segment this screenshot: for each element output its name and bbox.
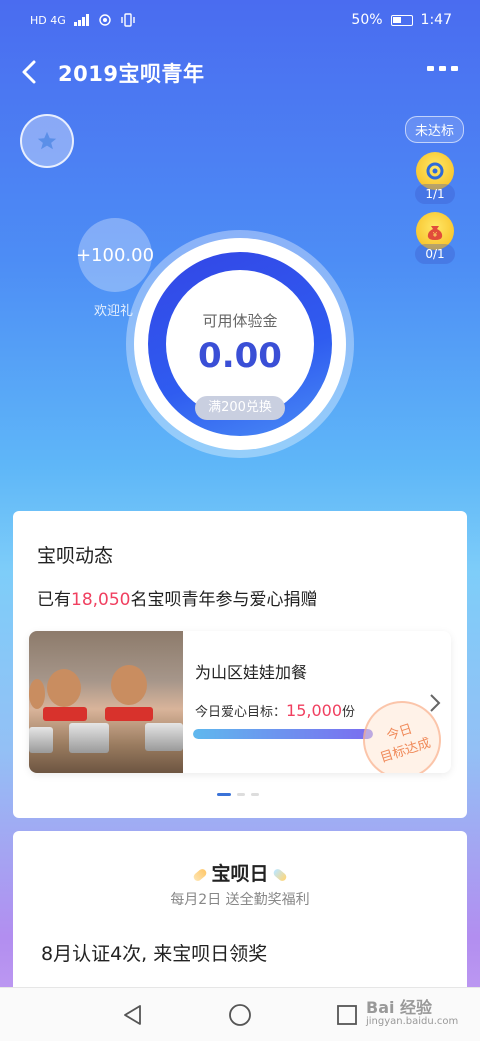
- goal-label: 今日爱心目标：: [195, 705, 287, 720]
- nav-back-icon[interactable]: [122, 1004, 144, 1026]
- balance-value: 0.00: [198, 336, 282, 376]
- feed-suffix: 名宝呗青年参与爱心捐赠: [130, 590, 318, 610]
- feed-summary: 已有18,050名宝呗青年参与爱心捐赠: [37, 585, 317, 610]
- project-goal: 今日爱心目标：15,000份: [195, 701, 355, 720]
- task-count: 1/1: [415, 184, 455, 204]
- goal-unit: 份: [342, 705, 356, 720]
- carousel-dot[interactable]: [217, 793, 231, 796]
- page-title: 2019宝呗青年: [58, 62, 205, 86]
- redeem-button[interactable]: 满200兑换: [195, 396, 285, 420]
- watermark-logo: Bai 经验 jingyan.baidu.com: [366, 994, 458, 1027]
- balance-label: 可用体验金: [202, 312, 278, 330]
- goal-value: 15,000: [286, 701, 342, 720]
- status-bar: HD 4G 50% 1:47: [0, 0, 480, 40]
- sparkle-right-icon: [271, 866, 288, 883]
- vibrate-icon: [121, 13, 135, 27]
- feed-title: 宝呗动态: [37, 545, 114, 567]
- status-left: HD 4G: [30, 13, 136, 27]
- day-subtitle: 每月2日 送全勤奖福利: [170, 892, 310, 908]
- task-money[interactable]: ¥ 0/1: [414, 212, 456, 264]
- battery-icon: [390, 14, 413, 26]
- feed-card: 宝呗动态 已有18,050名宝呗青年参与爱心捐赠 为山区娃娃加餐 今日爱心目标：…: [13, 511, 467, 818]
- star-icon: [37, 131, 57, 150]
- nav-bar: 2019宝呗青年: [0, 50, 480, 94]
- signal-icon: [73, 14, 89, 26]
- bonus-label: 欢迎礼: [94, 304, 134, 319]
- back-arrow-icon[interactable]: [18, 58, 42, 86]
- feed-prefix: 已有: [37, 590, 71, 610]
- bonus-bubble[interactable]: +100.00: [75, 218, 155, 292]
- hotspot-icon: [99, 14, 111, 26]
- carousel-dots: [217, 793, 259, 796]
- status-badge: 未达标: [404, 116, 464, 143]
- task-count: 0/1: [415, 244, 455, 264]
- star-badge[interactable]: [20, 114, 74, 168]
- bonus-amount: +100.00: [75, 244, 155, 266]
- watermark-sub: jingyan.baidu.com: [366, 1016, 459, 1027]
- carousel-dot[interactable]: [251, 793, 259, 796]
- battery-percent: 50%: [351, 12, 383, 28]
- project-title: 为山区娃娃加餐: [195, 663, 308, 682]
- chevron-right-icon[interactable]: [429, 693, 441, 713]
- goal-progress-fill: [193, 729, 373, 739]
- day-title-row: 宝呗日: [13, 859, 467, 886]
- sparkle-left-icon: [192, 866, 209, 883]
- status-right: 50% 1:47: [351, 12, 452, 28]
- project-card[interactable]: 为山区娃娃加餐 今日爱心目标：15,000份 今日 目标达成: [29, 631, 451, 773]
- day-body: 8月认证4次, 来宝呗日领奖: [41, 943, 268, 965]
- goal-progress-bar: [193, 729, 373, 739]
- svg-text:¥: ¥: [433, 231, 438, 239]
- participant-count: 18,050: [71, 590, 131, 610]
- carousel-dot[interactable]: [237, 793, 245, 796]
- clock: 1:47: [420, 12, 452, 28]
- nav-recent-icon[interactable]: [336, 1004, 358, 1026]
- day-title: 宝呗日: [211, 863, 269, 885]
- project-photo: [29, 631, 183, 773]
- more-icon[interactable]: [427, 66, 458, 71]
- nav-home-icon[interactable]: [228, 1003, 252, 1027]
- task-checkin[interactable]: 1/1: [414, 152, 456, 204]
- network-label: HD 4G: [30, 13, 66, 27]
- watermark-text: Bai 经验: [366, 998, 433, 1017]
